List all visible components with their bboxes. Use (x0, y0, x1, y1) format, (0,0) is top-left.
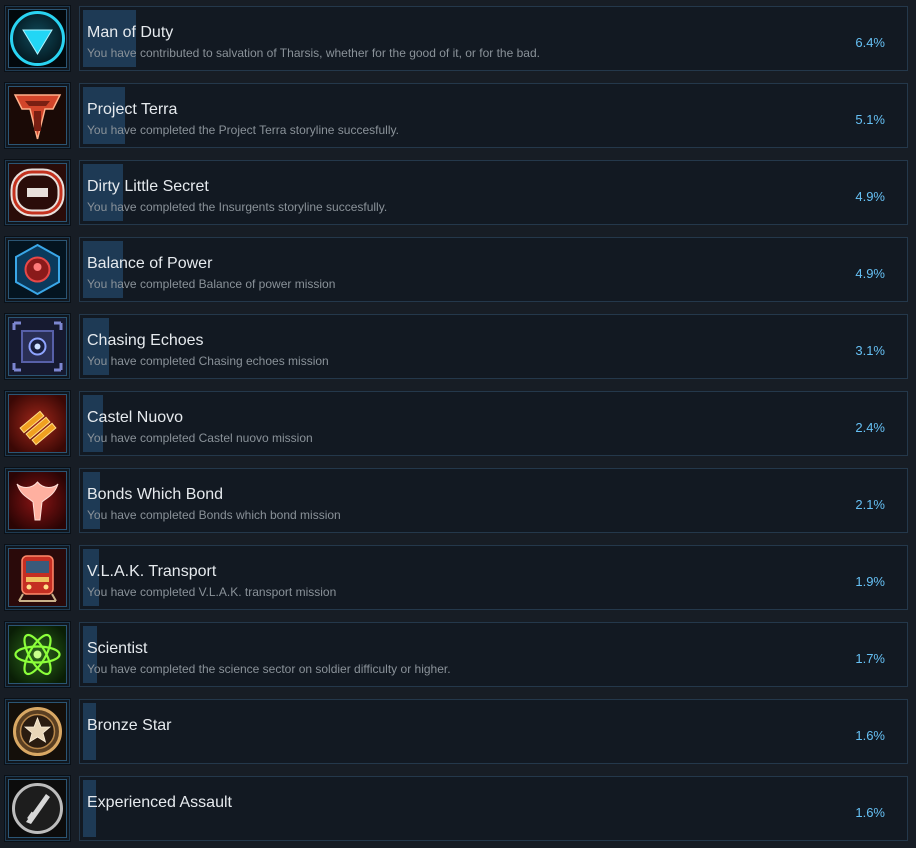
achievement-row: Castel Nuovo You have completed Castel nu… (0, 390, 916, 457)
bronze-star-medal-icon (9, 703, 66, 760)
unlock-percent: 2.1% (855, 497, 885, 512)
achievement-description: You have completed the Insurgents storyl… (87, 200, 388, 214)
achievement-row: Man of Duty You have contributed to salva… (0, 5, 916, 72)
unlock-percent: 3.1% (855, 343, 885, 358)
achievement-row: V.L.A.K. Transport You have completed V.L… (0, 544, 916, 611)
achievement-title: Bronze Star (87, 717, 172, 734)
achievement-title: Bonds Which Bond (87, 486, 224, 503)
achievement-description: You have completed the science sector on… (87, 662, 451, 676)
achievement-row: Experienced Assault 1.6% (0, 775, 916, 842)
achievement-row: Balance of Power You have completed Balan… (0, 236, 916, 303)
atom-icon (9, 626, 66, 683)
achievement-panel: Dirty Little Secret You have completed th… (79, 160, 908, 225)
achievement-title: Chasing Echoes (87, 332, 204, 349)
unlock-percent: 4.9% (855, 266, 885, 281)
achievement-panel: Bronze Star 1.6% (79, 699, 908, 764)
achievement-title: Balance of Power (87, 255, 213, 272)
achievement-list: Man of Duty You have contributed to salva… (0, 0, 916, 848)
achievement-icon-frame (4, 313, 71, 380)
achievement-panel: Chasing Echoes You have completed Chasing… (79, 314, 908, 379)
achievement-title: V.L.A.K. Transport (87, 563, 217, 580)
unlock-percent: 1.6% (855, 805, 885, 820)
achievement-icon-frame (4, 5, 71, 72)
achievement-icon-frame (4, 775, 71, 842)
achievement-panel: Scientist You have completed the science … (79, 622, 908, 687)
achievement-title: Man of Duty (87, 24, 174, 41)
achievement-panel: Castel Nuovo You have completed Castel nu… (79, 391, 908, 456)
achievement-icon-frame (4, 698, 71, 765)
unlock-percent: 1.6% (855, 728, 885, 743)
achievement-panel: Man of Duty You have contributed to salva… (79, 6, 908, 71)
achievement-title: Project Terra (87, 101, 178, 118)
insurgent-ring-emblem-icon (9, 164, 66, 221)
terra-shield-emblem-icon (9, 87, 66, 144)
achievement-panel: Experienced Assault 1.6% (79, 776, 908, 841)
achievement-icon-frame (4, 390, 71, 457)
achievement-title: Castel Nuovo (87, 409, 184, 426)
unlock-percent: 6.4% (855, 35, 885, 50)
achievement-row: Bronze Star 1.6% (0, 698, 916, 765)
achievement-description: You have completed Castel nuovo mission (87, 431, 313, 445)
red-creature-emblem-icon (9, 472, 66, 529)
achievement-description: You have completed Bonds which bond miss… (87, 508, 341, 522)
achievement-icon-frame (4, 621, 71, 688)
achievement-panel: Project Terra You have completed the Proj… (79, 83, 908, 148)
train-icon (9, 549, 66, 606)
achievement-title: Experienced Assault (87, 794, 232, 811)
unlock-percent: 4.9% (855, 189, 885, 204)
achievement-icon-frame (4, 236, 71, 303)
unlock-percent: 1.7% (855, 651, 885, 666)
achievement-icon-frame (4, 159, 71, 226)
achievement-title: Scientist (87, 640, 148, 657)
unlock-percent: 2.4% (855, 420, 885, 435)
unlock-percent: 1.9% (855, 574, 885, 589)
echo-target-icon (9, 318, 66, 375)
achievement-row: Project Terra You have completed the Proj… (0, 82, 916, 149)
assault-rifle-icon (9, 780, 66, 837)
achievement-icon-frame (4, 467, 71, 534)
achievement-panel: V.L.A.K. Transport You have completed V.L… (79, 545, 908, 610)
downward-triangle-emblem-icon (9, 10, 66, 67)
achievement-panel: Bonds Which Bond You have completed Bonds… (79, 468, 908, 533)
achievement-icon-frame (4, 82, 71, 149)
balance-hex-emblem-icon (9, 241, 66, 298)
bullets-icon (9, 395, 66, 452)
achievement-row: Scientist You have completed the science … (0, 621, 916, 688)
achievement-row: Bonds Which Bond You have completed Bonds… (0, 467, 916, 534)
achievement-icon-frame (4, 544, 71, 611)
achievement-description: You have completed the Project Terra sto… (87, 123, 399, 137)
achievement-description: You have completed V.L.A.K. transport mi… (87, 585, 337, 599)
achievement-description: You have completed Chasing echoes missio… (87, 354, 329, 368)
achievement-description: You have contributed to salvation of Tha… (87, 46, 540, 60)
achievement-row: Dirty Little Secret You have completed th… (0, 159, 916, 226)
achievement-title: Dirty Little Secret (87, 178, 209, 195)
achievement-panel: Balance of Power You have completed Balan… (79, 237, 908, 302)
unlock-percent: 5.1% (855, 112, 885, 127)
achievement-description: You have completed Balance of power miss… (87, 277, 336, 291)
achievement-row: Chasing Echoes You have completed Chasing… (0, 313, 916, 380)
